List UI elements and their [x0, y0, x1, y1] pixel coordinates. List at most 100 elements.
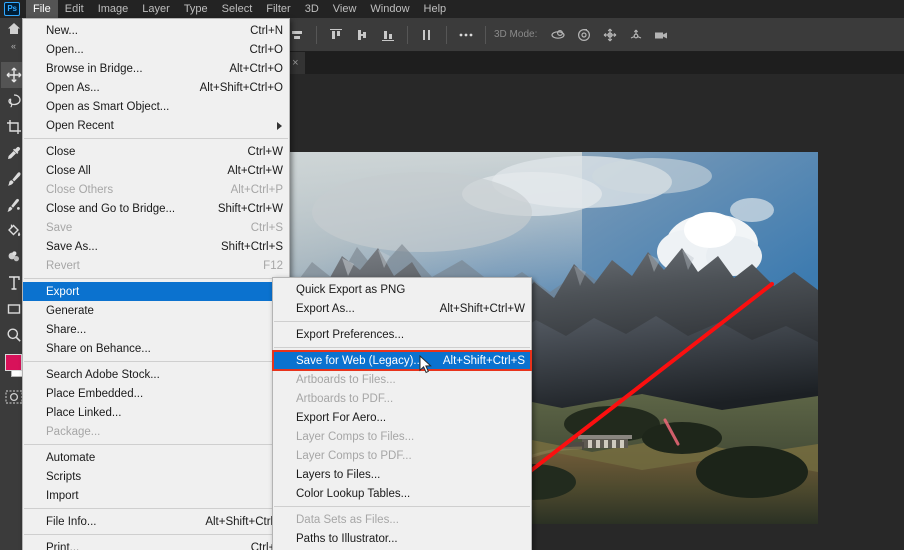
menu-item-shortcut: Shift+Ctrl+S	[221, 240, 283, 253]
menu-item-automate[interactable]: Automate	[23, 448, 289, 467]
menu-item-shortcut: Ctrl+S	[250, 221, 283, 234]
menu-item-file-info[interactable]: File Info... Alt+Shift+Ctrl+I	[23, 512, 289, 531]
menu-item-print[interactable]: Print... Ctrl+P	[23, 538, 289, 550]
menu-item-place-linked[interactable]: Place Linked...	[23, 403, 289, 422]
menu-select[interactable]: Select	[215, 0, 260, 18]
menu-separator	[274, 347, 530, 348]
menu-item-shortcut: Alt+Ctrl+P	[230, 183, 283, 196]
menu-item-label: Artboards to PDF...	[296, 392, 394, 405]
distribute-icon[interactable]	[414, 23, 440, 47]
menu-item-label: Share...	[46, 323, 87, 336]
menu-item-artboards-to-files: Artboards to Files...	[273, 370, 531, 389]
menu-item-shortcut: F12	[263, 259, 283, 272]
menu-item-save-for-web-legacy[interactable]: Save for Web (Legacy)... Alt+Shift+Ctrl+S	[272, 350, 532, 371]
menu-item-label: Open...	[46, 43, 84, 56]
orbit-3d-icon[interactable]	[545, 23, 571, 47]
submenu-arrow-icon	[277, 121, 282, 130]
menu-item-shortcut: Ctrl+W	[247, 145, 283, 158]
menu-item-import[interactable]: Import	[23, 486, 289, 505]
menu-filter[interactable]: Filter	[259, 0, 297, 18]
menu-item-label: Paths to Illustrator...	[296, 532, 398, 545]
menu-item-close-and-go-to-bridge[interactable]: Close and Go to Bridge... Shift+Ctrl+W	[23, 199, 289, 218]
menu-item-layer-comps-to-files: Layer Comps to Files...	[273, 427, 531, 446]
menu-item-export-preferences[interactable]: Export Preferences...	[273, 325, 531, 344]
slide-3d-icon[interactable]	[623, 23, 649, 47]
menu-item-label: Export	[46, 285, 80, 298]
menu-type[interactable]: Type	[177, 0, 215, 18]
menu-item-label: Close and Go to Bridge...	[46, 202, 176, 215]
menu-item-new[interactable]: New... Ctrl+N	[23, 21, 289, 40]
menu-item-label: Place Embedded...	[46, 387, 144, 400]
menu-item-label: Export Preferences...	[296, 328, 405, 341]
menu-item-label: Revert	[46, 259, 80, 272]
file-menu-dropdown[interactable]: New... Ctrl+N Open... Ctrl+O Browse in Bridg…	[22, 18, 290, 550]
menu-item-label: Open Recent	[46, 119, 114, 132]
menu-item-close[interactable]: Close Ctrl+W	[23, 142, 289, 161]
menu-item-label: Layer Comps to PDF...	[296, 449, 412, 462]
menu-layer[interactable]: Layer	[135, 0, 177, 18]
menu-item-place-embedded[interactable]: Place Embedded...	[23, 384, 289, 403]
menu-item-search-adobe-stock[interactable]: Search Adobe Stock...	[23, 365, 289, 384]
menu-item-open-recent[interactable]: Open Recent	[23, 116, 289, 135]
menu-item-share-on-behance[interactable]: Share on Behance...	[23, 339, 289, 358]
roll-3d-icon[interactable]	[571, 23, 597, 47]
menu-separator	[274, 321, 530, 322]
menu-item-export-for-aero[interactable]: Export For Aero...	[273, 408, 531, 427]
camera-3d-icon[interactable]	[649, 23, 675, 47]
menu-item-share[interactable]: Share...	[23, 320, 289, 339]
menu-separator	[24, 278, 288, 279]
menu-item-shortcut: Alt+Ctrl+W	[227, 164, 283, 177]
menu-item-shortcut: Ctrl+O	[249, 43, 283, 56]
menu-separator	[274, 506, 530, 507]
menu-item-export[interactable]: Export	[23, 282, 289, 301]
menu-item-open-as[interactable]: Open As... Alt+Shift+Ctrl+O	[23, 78, 289, 97]
close-icon[interactable]: ×	[292, 57, 298, 69]
menu-item-label: Place Linked...	[46, 406, 122, 419]
export-submenu-dropdown[interactable]: Quick Export as PNG Export As... Alt+Shift…	[272, 277, 532, 550]
menu-item-label: Open As...	[46, 81, 100, 94]
menu-item-label: Save	[46, 221, 73, 234]
menu-item-shortcut: Alt+Shift+Ctrl+W	[439, 302, 525, 315]
align-top-edges-icon[interactable]	[323, 23, 349, 47]
foreground-color-swatch[interactable]	[4, 354, 22, 371]
menu-item-close-all[interactable]: Close All Alt+Ctrl+W	[23, 161, 289, 180]
menu-item-shortcut: Alt+Ctrl+O	[229, 62, 283, 75]
menu-view[interactable]: View	[326, 0, 364, 18]
menu-separator	[24, 361, 288, 362]
align-vertical-centers-icon[interactable]	[349, 23, 375, 47]
menu-3d[interactable]: 3D	[298, 0, 326, 18]
menu-item-open-as-smart-object[interactable]: Open as Smart Object...	[23, 97, 289, 116]
menu-edit[interactable]: Edit	[58, 0, 91, 18]
menu-item-quick-export-as-png[interactable]: Quick Export as PNG	[273, 280, 531, 299]
menu-item-browse-in-bridge[interactable]: Browse in Bridge... Alt+Ctrl+O	[23, 59, 289, 78]
menu-item-color-lookup-tables[interactable]: Color Lookup Tables...	[273, 484, 531, 503]
menu-help[interactable]: Help	[417, 0, 454, 18]
photoshop-window: 3D Mode: GB/8) ×	[0, 0, 904, 550]
menu-window[interactable]: Window	[363, 0, 416, 18]
menu-item-label: Data Sets as Files...	[296, 513, 399, 526]
menu-item-close-others: Close Others Alt+Ctrl+P	[23, 180, 289, 199]
menu-item-label: Close	[46, 145, 76, 158]
toolbar-separator	[316, 25, 317, 44]
menu-item-layers-to-files[interactable]: Layers to Files...	[273, 465, 531, 484]
toolbar-separator-3	[446, 25, 447, 44]
pan-3d-icon[interactable]	[597, 23, 623, 47]
toolbar-separator-2	[407, 25, 408, 44]
menu-item-label: Close Others	[46, 183, 114, 196]
menu-item-label: Import	[46, 489, 79, 502]
menu-item-paths-to-illustrator[interactable]: Paths to Illustrator...	[273, 529, 531, 548]
menu-image[interactable]: Image	[91, 0, 136, 18]
menu-item-label: Generate	[46, 304, 94, 317]
menu-item-generate[interactable]: Generate	[23, 301, 289, 320]
menu-item-save-as[interactable]: Save As... Shift+Ctrl+S	[23, 237, 289, 256]
menu-item-export-as[interactable]: Export As... Alt+Shift+Ctrl+W	[273, 299, 531, 318]
menu-item-open[interactable]: Open... Ctrl+O	[23, 40, 289, 59]
menu-item-label: Export For Aero...	[296, 411, 387, 424]
menu-file[interactable]: File	[26, 0, 58, 18]
more-options-icon[interactable]	[453, 23, 479, 47]
menu-item-label: Browse in Bridge...	[46, 62, 143, 75]
menu-item-label: Color Lookup Tables...	[296, 487, 411, 500]
align-bottom-edges-icon[interactable]	[375, 23, 401, 47]
menu-item-data-sets-as-files: Data Sets as Files...	[273, 510, 531, 529]
menu-item-scripts[interactable]: Scripts	[23, 467, 289, 486]
